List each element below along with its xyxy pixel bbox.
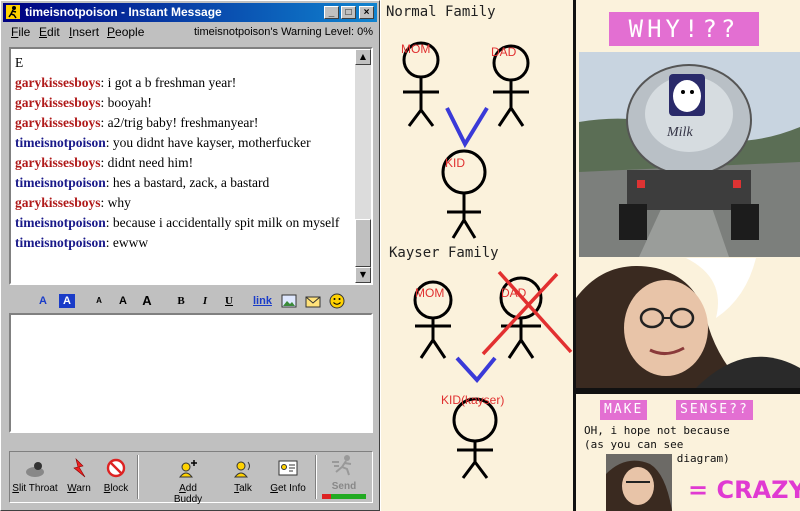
bigger-text-button[interactable]: A [141, 294, 153, 308]
message: timeisnotpoison: you didnt have kayser, … [15, 135, 311, 150]
window-title: timeisnotpoison - Instant Message [25, 5, 222, 19]
chat-scrollbar[interactable]: ▲ ▼ [355, 49, 371, 283]
maximize-button[interactable]: □ [341, 6, 356, 19]
message: timeisnotpoison: hes a bastard, zack, a … [15, 175, 270, 190]
smiley-icon[interactable] [329, 293, 345, 309]
message: timeisnotpoison: because i accidentally … [15, 215, 340, 230]
scroll-up-arrow-icon[interactable]: ▲ [355, 49, 371, 65]
minimize-button[interactable]: _ [324, 6, 339, 19]
message: garykissesboys: a2/trig baby! freshmanye… [15, 115, 259, 130]
truck-milk-text: Milk [666, 125, 693, 140]
note-line-1: OH, i hope not because [584, 424, 730, 437]
toolbar-divider [137, 455, 139, 499]
talk-button[interactable]: Talk [228, 458, 258, 494]
info-card-icon [278, 460, 298, 476]
normal-text-button[interactable]: A [117, 294, 129, 308]
background-color-button[interactable]: A [59, 294, 75, 308]
message-list: E garykissesboys: i got a b freshman yea… [15, 53, 353, 253]
partial-line: E [15, 55, 24, 70]
selfie-photo [576, 258, 800, 388]
block-icon [106, 458, 126, 478]
toolbar-divider [315, 455, 317, 499]
make-label: MAKE [600, 400, 648, 420]
menu-people[interactable]: People [107, 25, 144, 39]
conversation-pane[interactable]: E garykissesboys: i got a b freshman yea… [9, 47, 373, 285]
menu-insert[interactable]: Insert [69, 25, 99, 39]
menu-edit[interactable]: Edit [39, 25, 60, 39]
italic-button[interactable]: I [199, 294, 211, 308]
sense-label: SENSE?? [676, 400, 753, 420]
insert-mail-icon[interactable] [305, 294, 321, 308]
why-banner: WHY!?? [609, 12, 759, 46]
title-bar[interactable]: timeisnotpoison - Instant Message _ □ × [3, 3, 377, 22]
lightning-bolt-icon [73, 458, 86, 478]
commentary-panel: WHY!?? Milk MAKE SENSE?? OH, i hope not … [573, 0, 800, 511]
get-info-button[interactable]: Get Info [268, 458, 308, 494]
bold-button[interactable]: B [175, 294, 187, 308]
label-dad: DAD [491, 45, 517, 59]
message: garykissesboys: didnt need him! [15, 155, 194, 170]
label-kid: KID [445, 156, 466, 170]
text-color-button[interactable]: A [37, 294, 49, 308]
parent-link-v [445, 106, 489, 149]
im-window: timeisnotpoison - Instant Message _ □ × … [0, 0, 380, 511]
cross-out-mark [481, 270, 573, 356]
aim-running-man-icon [6, 5, 20, 19]
message-compose-box[interactable] [9, 313, 373, 433]
menu-file[interactable]: File [11, 25, 30, 39]
parent-link-v [455, 356, 497, 384]
label-dad: DAD [501, 286, 527, 300]
add-buddy-icon [178, 460, 197, 478]
block-button[interactable]: Block [100, 458, 132, 494]
scroll-thumb[interactable] [355, 219, 371, 267]
label-mom: MOM [415, 286, 445, 300]
warn-button[interactable]: Warn [64, 458, 94, 494]
stick-figure-kid [452, 397, 498, 479]
stick-figure-diagram [402, 41, 573, 479]
message: timeisnotpoison: ewww [15, 235, 149, 250]
menu-bar: File Edit Insert People timeisnotpoison'… [3, 23, 377, 41]
crazy-label: = CRAZY [688, 476, 800, 504]
add-buddy-button[interactable]: Add Buddy [164, 458, 212, 505]
close-button[interactable]: × [359, 6, 374, 19]
message: garykissesboys: i got a b freshman year! [15, 75, 237, 90]
send-button[interactable]: Send [322, 454, 366, 499]
smaller-text-button[interactable]: A [93, 294, 105, 308]
talk-icon [233, 461, 250, 478]
action-bar: Slit Throat Warn Block Add Buddy Talk Ge… [9, 451, 373, 505]
small-selfie-photo [606, 454, 672, 511]
warning-level: timeisnotpoison's Warning Level: 0% [193, 26, 373, 38]
slit-throat-button[interactable]: Slit Throat [12, 458, 58, 494]
format-toolbar: A A A A A B I U link [9, 291, 373, 311]
message: garykissesboys: why [15, 195, 131, 210]
underline-button[interactable]: U [223, 294, 235, 308]
note-line-2: (as you can see [584, 438, 684, 451]
label-mom: MOM [401, 42, 431, 56]
slit-throat-icon [26, 462, 44, 477]
family-diagram-panel: Normal Family Kayser Family MOM DAD KID … [381, 0, 573, 511]
milk-truck-photo: Milk [579, 52, 800, 257]
send-meter [322, 494, 366, 499]
divider-bar [576, 388, 800, 394]
send-running-man-icon [332, 455, 352, 476]
label-kid-kayser: KID(kayser) [441, 393, 505, 407]
scroll-down-arrow-icon[interactable]: ▼ [355, 267, 371, 283]
message: garykissesboys: booyah! [15, 95, 152, 110]
link-button[interactable]: link [253, 294, 272, 308]
insert-image-icon[interactable] [281, 294, 297, 308]
